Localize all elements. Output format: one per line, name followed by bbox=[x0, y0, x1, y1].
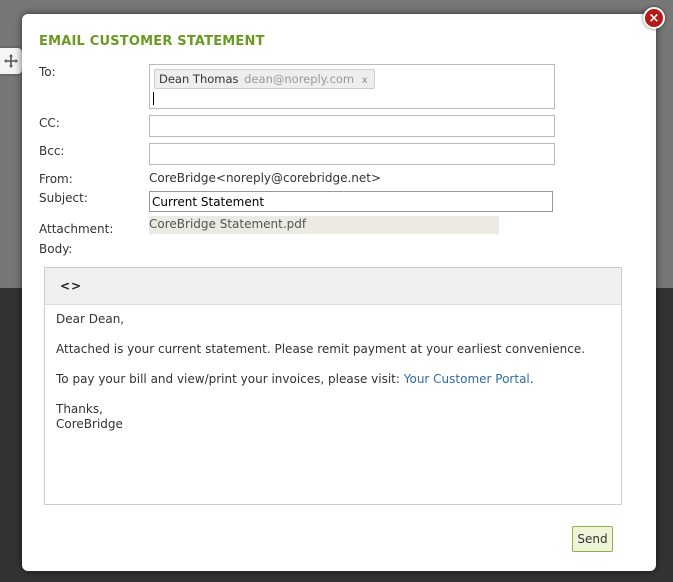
editor-toolbar: <> bbox=[45, 268, 621, 305]
move-arrows-icon[interactable] bbox=[0, 48, 22, 74]
subject-field[interactable] bbox=[149, 191, 553, 212]
editor-content[interactable]: Dear Dean, Attached is your current stat… bbox=[45, 305, 621, 439]
portal-paragraph-text: To pay your bill and view/print your inv… bbox=[56, 372, 404, 386]
signoff-company: CoreBridge bbox=[56, 417, 123, 431]
from-value: CoreBridge<noreply@corebridge.net> bbox=[149, 171, 382, 185]
attachment-value: CoreBridge Statement.pdf bbox=[149, 216, 499, 234]
statement-paragraph: Attached is your current statement. Plea… bbox=[56, 342, 586, 356]
source-code-button[interactable]: <> bbox=[60, 279, 82, 293]
body-label: Body: bbox=[39, 242, 73, 256]
close-icon[interactable]: × bbox=[643, 7, 665, 29]
text-caret bbox=[153, 92, 154, 105]
cc-field[interactable] bbox=[149, 115, 555, 137]
portal-paragraph-end: . bbox=[529, 372, 534, 386]
portal-paragraph: To pay your bill and view/print your inv… bbox=[56, 372, 610, 387]
bcc-field[interactable] bbox=[149, 143, 555, 165]
to-field[interactable]: Dean Thomas dean@noreply.com x bbox=[149, 64, 555, 109]
to-label: To: bbox=[39, 65, 56, 79]
bcc-label: Bcc: bbox=[39, 144, 65, 158]
body-editor[interactable]: <> Dear Dean, Attached is your current s… bbox=[44, 267, 622, 505]
from-label: From: bbox=[39, 172, 73, 186]
move-arrows-glyph bbox=[4, 54, 18, 68]
signoff-thanks: Thanks, bbox=[56, 402, 103, 416]
email-statement-dialog: EMAIL CUSTOMER STATEMENT To: Dean Thomas… bbox=[22, 14, 656, 571]
attachment-label: Attachment: bbox=[39, 222, 114, 236]
cc-label: CC: bbox=[39, 116, 60, 130]
send-button[interactable]: Send bbox=[572, 526, 613, 552]
recipient-name: Dean Thomas bbox=[159, 72, 239, 86]
remove-recipient-icon[interactable]: x bbox=[362, 75, 368, 86]
greeting-line: Dear Dean, bbox=[56, 312, 125, 326]
recipient-chip[interactable]: Dean Thomas dean@noreply.com x bbox=[154, 69, 375, 89]
recipient-email: dean@noreply.com bbox=[244, 72, 355, 86]
dialog-title: EMAIL CUSTOMER STATEMENT bbox=[39, 34, 265, 49]
customer-portal-link[interactable]: Your Customer Portal bbox=[404, 372, 530, 386]
subject-label: Subject: bbox=[39, 191, 88, 205]
